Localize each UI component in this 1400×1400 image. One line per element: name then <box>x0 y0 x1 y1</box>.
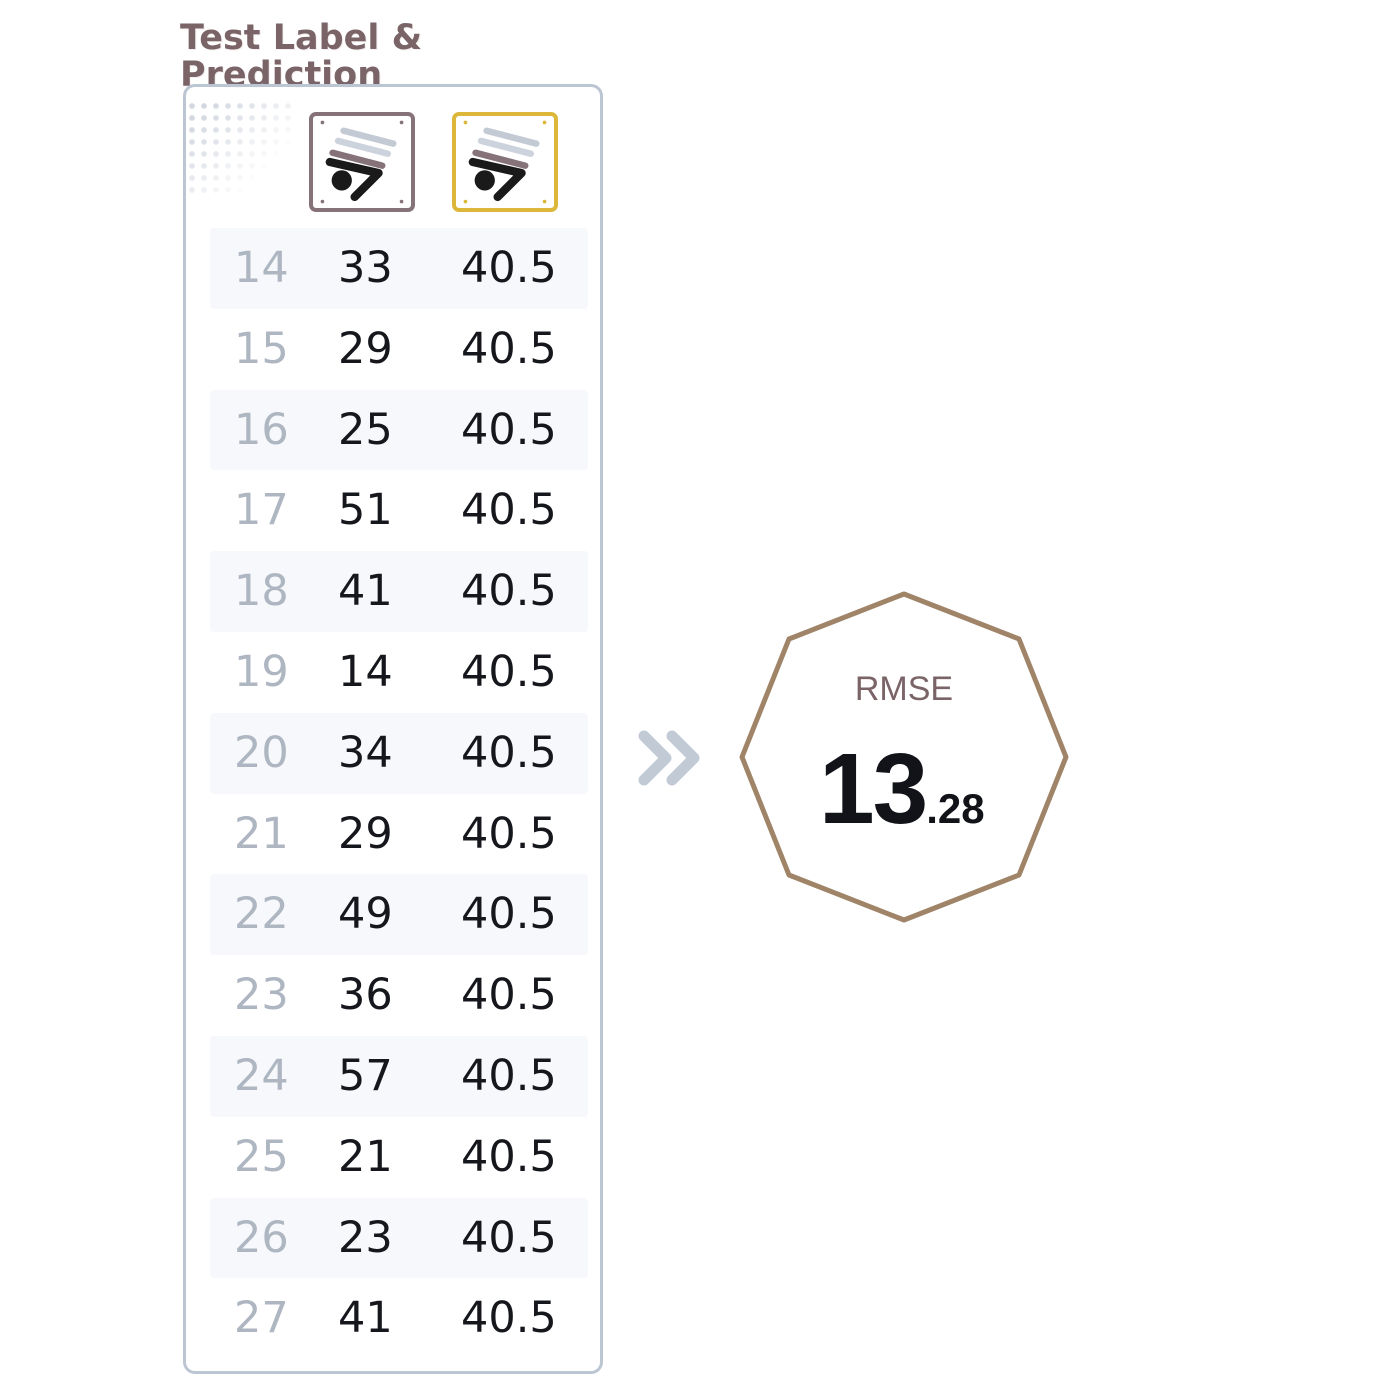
row-prediction: 40.5 <box>461 646 557 697</box>
row-label: 57 <box>338 1050 393 1101</box>
table-row: 15 29 40.5 <box>210 309 588 390</box>
metric-name: RMSE <box>854 670 954 708</box>
table-row: 26 23 40.5 <box>210 1197 588 1279</box>
row-prediction: 40.5 <box>461 1050 557 1101</box>
row-index: 24 <box>234 1050 289 1101</box>
row-label: 41 <box>338 566 393 617</box>
row-prediction: 40.5 <box>461 323 557 374</box>
row-prediction: 40.5 <box>461 889 557 940</box>
row-prediction: 40.5 <box>461 1131 557 1182</box>
row-label: 41 <box>338 1293 393 1344</box>
row-label: 36 <box>338 970 393 1021</box>
row-prediction: 40.5 <box>461 1212 557 1263</box>
table-row: 17 51 40.5 <box>210 470 588 551</box>
row-label: 29 <box>338 808 393 859</box>
title-line-1: Test Label & <box>180 18 423 58</box>
row-index: 16 <box>234 404 289 455</box>
row-index: 22 <box>234 889 289 940</box>
row-index: 18 <box>234 566 289 617</box>
row-index: 20 <box>234 727 289 778</box>
row-prediction: 40.5 <box>461 808 557 859</box>
row-label: 51 <box>338 485 393 536</box>
row-index: 19 <box>234 646 289 697</box>
row-index: 27 <box>234 1293 289 1344</box>
row-prediction: 40.5 <box>461 243 557 293</box>
row-prediction: 40.5 <box>461 404 557 455</box>
row-index: 15 <box>234 323 289 374</box>
row-prediction: 40.5 <box>461 727 557 778</box>
row-label: 29 <box>338 323 393 374</box>
table-row: 21 29 40.5 <box>210 794 588 875</box>
prediction-column-icon <box>452 112 558 212</box>
row-label: 21 <box>338 1131 393 1182</box>
row-label: 49 <box>338 889 393 940</box>
row-label: 34 <box>338 727 393 778</box>
double-chevron-right-icon <box>638 730 700 786</box>
table-row: 14 33 40.5 <box>210 228 588 309</box>
row-index: 23 <box>234 970 289 1021</box>
table-row: 19 14 40.5 <box>210 632 588 713</box>
table-row: 20 34 40.5 <box>210 712 588 794</box>
row-prediction: 40.5 <box>461 566 557 617</box>
row-label: 25 <box>338 404 393 455</box>
row-index: 17 <box>234 485 289 536</box>
table-row: 18 41 40.5 <box>210 551 588 632</box>
row-label: 33 <box>338 243 393 293</box>
row-index: 21 <box>234 808 289 859</box>
table-row: 27 41 40.5 <box>210 1278 588 1359</box>
figure-seven-icon <box>320 120 404 204</box>
metric-value: 13.28 <box>819 732 985 847</box>
row-index: 25 <box>234 1131 289 1182</box>
label-column-icon <box>309 112 415 212</box>
table-row: 24 57 40.5 <box>210 1035 588 1117</box>
metric-value-decimal: .28 <box>926 785 985 832</box>
metric-value-integer: 13 <box>819 733 928 845</box>
row-index: 26 <box>234 1212 289 1263</box>
row-label: 23 <box>338 1212 393 1263</box>
table-row: 25 21 40.5 <box>210 1117 588 1198</box>
table-row: 22 49 40.5 <box>210 874 588 956</box>
table-row: 23 36 40.5 <box>210 955 588 1036</box>
table-row: 16 25 40.5 <box>210 389 588 471</box>
row-prediction: 40.5 <box>461 485 557 536</box>
row-index: 14 <box>234 243 289 293</box>
row-prediction: 40.5 <box>461 1293 557 1344</box>
section-title: Test Label & Prediction <box>180 20 422 94</box>
metric-badge: RMSE 13.28 <box>737 590 1071 924</box>
row-prediction: 40.5 <box>461 970 557 1021</box>
row-label: 14 <box>338 646 393 697</box>
prediction-table: 14 33 40.5 15 29 40.5 16 25 40.5 17 51 40.5 18 41… <box>210 228 588 1359</box>
figure-seven-icon <box>463 120 547 204</box>
